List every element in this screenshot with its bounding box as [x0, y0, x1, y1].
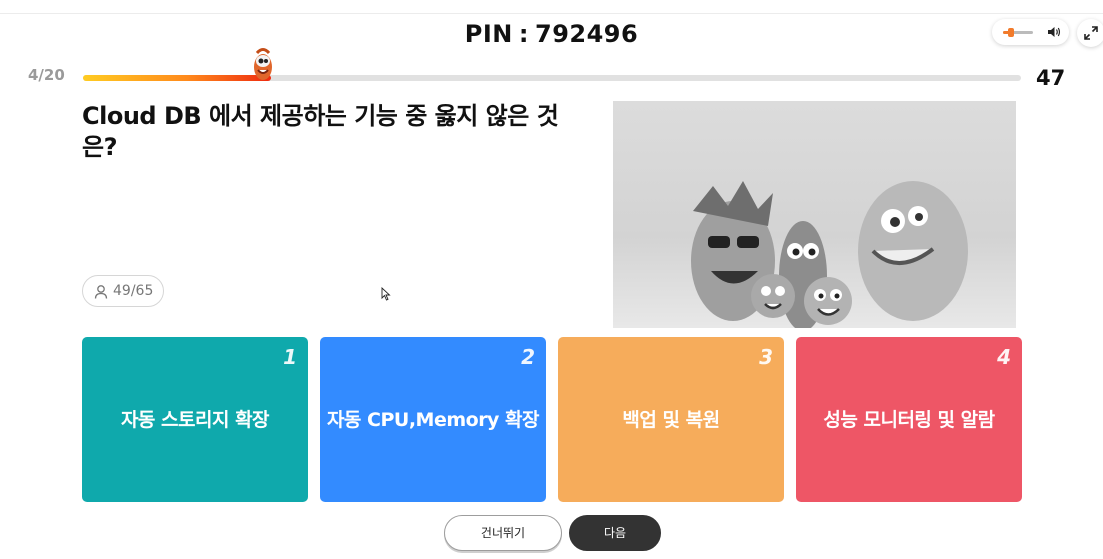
volume-slider[interactable]	[1003, 28, 1033, 37]
answer-option-3[interactable]: 3 백업 및 복원	[558, 337, 784, 502]
progress-bar	[83, 75, 1021, 81]
answer-number: 2	[521, 345, 535, 369]
question-text: Cloud DB 에서 제공하는 기능 중 옳지 않은 것은?	[82, 102, 559, 161]
mascots-group-image	[691, 181, 968, 328]
speaker-icon[interactable]	[1046, 24, 1062, 40]
answer-option-1[interactable]: 1 자동 스토리지 확장	[82, 337, 308, 502]
pin-value: 792496	[535, 20, 639, 48]
mascot-icon	[254, 48, 272, 80]
answer-number: 4	[997, 345, 1011, 369]
question-image	[613, 101, 1016, 328]
timer-count: 47	[1036, 66, 1066, 90]
user-icon	[94, 285, 108, 299]
next-button[interactable]: 다음	[569, 515, 661, 551]
answer-label: 성능 모니터링 및 알람	[823, 409, 995, 431]
expand-icon	[1084, 26, 1098, 40]
mouse-cursor-icon	[381, 287, 391, 301]
volume-control[interactable]	[992, 19, 1069, 45]
progress-fill	[83, 75, 271, 81]
fullscreen-button[interactable]	[1077, 19, 1103, 47]
pin-separator: :	[518, 20, 529, 48]
answer-label: 자동 CPU,Memory 확장	[326, 409, 540, 431]
answer-number: 3	[759, 345, 773, 369]
answer-label: 자동 스토리지 확장	[120, 409, 270, 431]
answer-option-4[interactable]: 4 성능 모니터링 및 알람	[796, 337, 1022, 502]
question-counter: 4/20	[28, 66, 65, 84]
skip-button[interactable]: 건너뛰기	[444, 515, 562, 551]
pin-display: PIN:792496	[0, 20, 1103, 48]
volume-knob[interactable]	[1008, 28, 1014, 37]
answer-number: 1	[283, 345, 297, 369]
pin-label: PIN	[464, 20, 513, 48]
answers-count-text: 49/65	[113, 283, 154, 299]
answers-count-badge: 49/65	[82, 275, 164, 307]
answer-label: 백업 및 복원	[622, 409, 720, 431]
answer-option-2[interactable]: 2 자동 CPU,Memory 확장	[320, 337, 546, 502]
top-divider	[0, 13, 1103, 14]
